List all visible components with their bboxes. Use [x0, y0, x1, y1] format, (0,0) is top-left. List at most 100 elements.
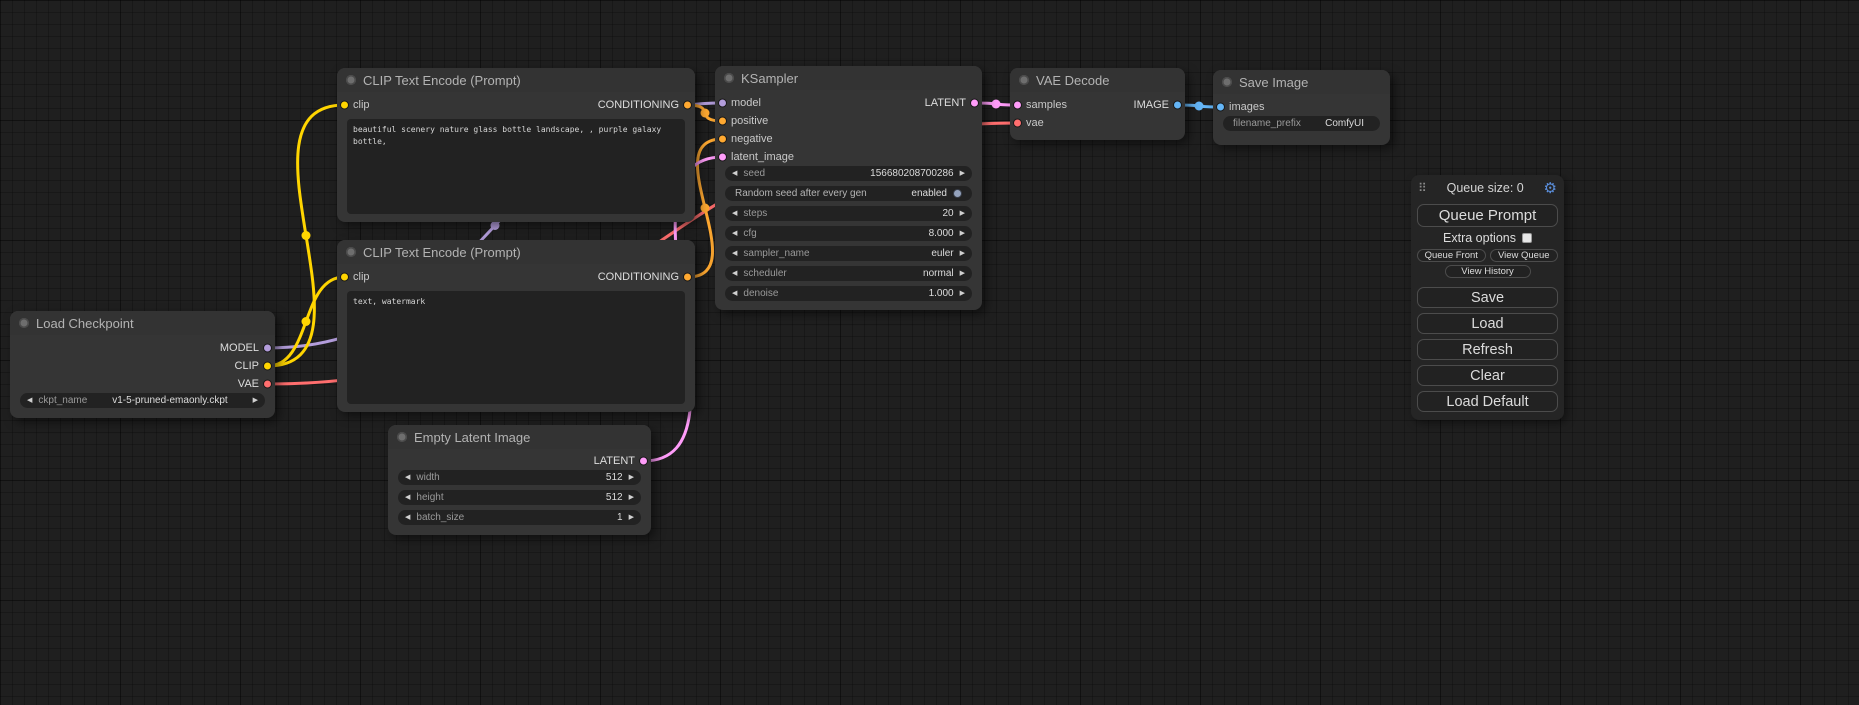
input-label-vae: vae	[1026, 117, 1044, 129]
clear-button[interactable]: Clear	[1417, 365, 1558, 386]
collapse-dot[interactable]	[1019, 75, 1029, 85]
link-midpoint-dot	[701, 204, 710, 213]
view-queue-button[interactable]: View Queue	[1490, 249, 1559, 262]
widget-steps[interactable]: ◀ steps 20 ▶	[725, 206, 972, 221]
refresh-button[interactable]: Refresh	[1417, 339, 1558, 360]
node-title-bar[interactable]: Empty Latent Image	[388, 425, 651, 449]
load-default-button[interactable]: Load Default	[1417, 391, 1558, 412]
toggle-knob-icon[interactable]	[953, 189, 962, 198]
settings-gear-icon[interactable]: ⚙	[1544, 179, 1557, 197]
node-title: CLIP Text Encode (Prompt)	[363, 245, 521, 260]
node-graph-canvas[interactable]: Load Checkpoint MODEL CLIP VAE ◀ ckpt_na…	[0, 0, 1859, 705]
node-clip-text-encode-positive[interactable]: CLIP Text Encode (Prompt) clip CONDITION…	[337, 68, 695, 222]
port-vae-input[interactable]	[1013, 119, 1022, 128]
port-positive-input[interactable]	[718, 117, 727, 126]
node-title: VAE Decode	[1036, 73, 1109, 88]
port-conditioning-output[interactable]	[683, 273, 692, 282]
next-arrow-icon[interactable]: ▶	[960, 270, 965, 277]
port-clip-input[interactable]	[340, 273, 349, 282]
widget-sampler-name[interactable]: ◀ sampler_name euler ▶	[725, 246, 972, 261]
node-title-bar[interactable]: Save Image	[1213, 70, 1390, 94]
port-samples-input[interactable]	[1013, 101, 1022, 110]
port-clip-input[interactable]	[340, 101, 349, 110]
prev-arrow-icon[interactable]: ◀	[405, 514, 410, 521]
port-latent-image-input[interactable]	[718, 153, 727, 162]
positive-prompt-textarea[interactable]: beautiful scenery nature glass bottle la…	[347, 119, 685, 214]
next-arrow-icon[interactable]: ▶	[960, 250, 965, 257]
prev-arrow-icon[interactable]: ◀	[732, 170, 737, 177]
next-arrow-icon[interactable]: ▶	[629, 514, 634, 521]
widget-value: 1	[617, 512, 623, 523]
link-midpoint-dot	[1195, 102, 1204, 111]
collapse-dot[interactable]	[346, 247, 356, 257]
widget-ckpt-name[interactable]: ◀ ckpt_name v1-5-pruned-emaonly.ckpt ▶	[20, 393, 265, 408]
collapse-dot[interactable]	[19, 318, 29, 328]
node-vae-decode[interactable]: VAE Decode samples IMAGE vae	[1010, 68, 1185, 140]
port-negative-input[interactable]	[718, 135, 727, 144]
port-images-input[interactable]	[1216, 103, 1225, 112]
next-arrow-icon[interactable]: ▶	[629, 474, 634, 481]
widget-cfg[interactable]: ◀ cfg 8.000 ▶	[725, 226, 972, 241]
port-latent-output[interactable]	[970, 99, 979, 108]
port-latent-output[interactable]	[639, 457, 648, 466]
prev-arrow-icon[interactable]: ◀	[405, 494, 410, 501]
extra-options-checkbox[interactable]	[1522, 233, 1532, 243]
port-conditioning-output[interactable]	[683, 101, 692, 110]
next-arrow-icon[interactable]: ▶	[960, 290, 965, 297]
node-title-bar[interactable]: VAE Decode	[1010, 68, 1185, 92]
input-label-images: images	[1229, 101, 1264, 113]
widget-scheduler[interactable]: ◀ scheduler normal ▶	[725, 266, 972, 281]
widget-seed[interactable]: ◀ seed 156680208700286 ▶	[725, 166, 972, 181]
port-clip-output[interactable]	[263, 362, 272, 371]
port-model-input[interactable]	[718, 99, 727, 108]
prev-arrow-icon[interactable]: ◀	[732, 230, 737, 237]
widget-random-seed-toggle[interactable]: Random seed after every gen enabled	[725, 186, 972, 201]
prev-arrow-icon[interactable]: ◀	[27, 397, 32, 404]
input-label-model: model	[731, 97, 761, 109]
node-clip-text-encode-negative[interactable]: CLIP Text Encode (Prompt) clip CONDITION…	[337, 240, 695, 412]
next-arrow-icon[interactable]: ▶	[629, 494, 634, 501]
output-label-conditioning: CONDITIONING	[598, 99, 679, 111]
prev-arrow-icon[interactable]: ◀	[732, 210, 737, 217]
save-button[interactable]: Save	[1417, 287, 1558, 308]
widget-height[interactable]: ◀ height 512 ▶	[398, 490, 641, 505]
drag-handle-icon[interactable]: ⠿	[1418, 181, 1427, 195]
node-title-bar[interactable]: Load Checkpoint	[10, 311, 275, 335]
widget-value: 8.000	[929, 228, 954, 239]
node-title-bar[interactable]: CLIP Text Encode (Prompt)	[337, 240, 695, 264]
prev-arrow-icon[interactable]: ◀	[405, 474, 410, 481]
next-arrow-icon[interactable]: ▶	[960, 230, 965, 237]
link-midpoint-dot	[302, 317, 311, 326]
widget-value: euler	[931, 248, 953, 259]
widget-batch-size[interactable]: ◀ batch_size 1 ▶	[398, 510, 641, 525]
port-model-output[interactable]	[263, 344, 272, 353]
node-title-bar[interactable]: CLIP Text Encode (Prompt)	[337, 68, 695, 92]
collapse-dot[interactable]	[346, 75, 356, 85]
widget-denoise[interactable]: ◀ denoise 1.000 ▶	[725, 286, 972, 301]
queue-front-button[interactable]: Queue Front	[1417, 249, 1486, 262]
load-button[interactable]: Load	[1417, 313, 1558, 334]
node-title-bar[interactable]: KSampler	[715, 66, 982, 90]
prev-arrow-icon[interactable]: ◀	[732, 270, 737, 277]
queue-prompt-button[interactable]: Queue Prompt	[1417, 204, 1558, 227]
negative-prompt-textarea[interactable]: text, watermark	[347, 291, 685, 404]
collapse-dot[interactable]	[1222, 77, 1232, 87]
node-load-checkpoint[interactable]: Load Checkpoint MODEL CLIP VAE ◀ ckpt_na…	[10, 311, 275, 418]
next-arrow-icon[interactable]: ▶	[960, 210, 965, 217]
node-empty-latent-image[interactable]: Empty Latent Image LATENT ◀ width 512 ▶ …	[388, 425, 651, 535]
collapse-dot[interactable]	[724, 73, 734, 83]
view-history-button[interactable]: View History	[1445, 265, 1531, 278]
node-save-image[interactable]: Save Image images filename_prefix ComfyU…	[1213, 70, 1390, 145]
next-arrow-icon[interactable]: ▶	[960, 170, 965, 177]
next-arrow-icon[interactable]: ▶	[253, 397, 258, 404]
widget-filename-prefix[interactable]: filename_prefix ComfyUI	[1223, 116, 1380, 131]
port-vae-output[interactable]	[263, 380, 272, 389]
widget-width[interactable]: ◀ width 512 ▶	[398, 470, 641, 485]
prev-arrow-icon[interactable]: ◀	[732, 250, 737, 257]
prev-arrow-icon[interactable]: ◀	[732, 290, 737, 297]
widget-value: v1-5-pruned-emaonly.ckpt	[112, 395, 227, 406]
port-image-output[interactable]	[1173, 101, 1182, 110]
widget-label: height	[416, 492, 443, 503]
node-ksampler[interactable]: KSampler model LATENT positive negative …	[715, 66, 982, 310]
collapse-dot[interactable]	[397, 432, 407, 442]
